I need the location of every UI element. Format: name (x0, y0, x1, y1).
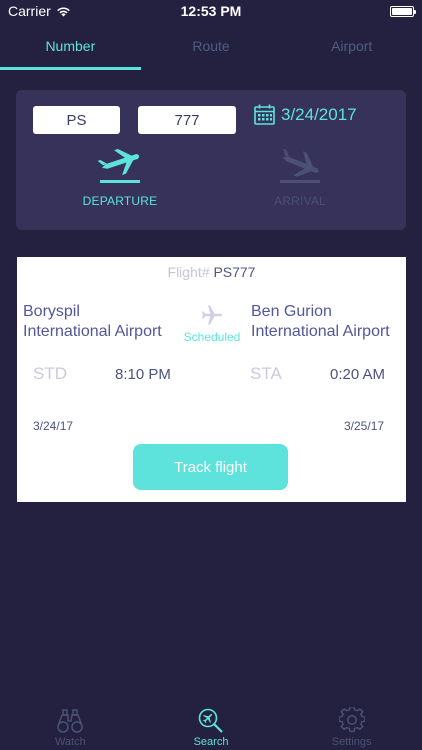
departure-airport-line2: International Airport (23, 323, 162, 340)
date-value: 3/24/2017 (281, 104, 357, 124)
flight-number-label: Flight# (167, 264, 210, 280)
calendar-icon (254, 104, 275, 125)
status-left: Carrier (8, 3, 71, 19)
airline-code-input[interactable] (33, 106, 120, 134)
arrival-airport-line2: International Airport (251, 323, 390, 340)
std-label: STD (33, 364, 67, 383)
tabbar-watch[interactable]: Watch (0, 700, 141, 750)
binoculars-icon (57, 709, 84, 733)
sta-time: 0:20 AM (330, 366, 386, 383)
sta-label: STA (250, 364, 282, 383)
arrival-airport-line1: Ben Gurion (251, 303, 332, 320)
flight-number-header: Flight# PS777 (17, 264, 406, 280)
tabbar-watch-label: Watch (54, 736, 86, 748)
status-right (390, 5, 416, 17)
plane-landing-icon (280, 148, 320, 183)
tab-number[interactable]: Number (0, 22, 141, 70)
arrival-airport: Ben Gurion International Airport (251, 302, 411, 342)
departure-airport-line1: Boryspil (23, 303, 80, 320)
departure-date: 3/24/17 (33, 419, 74, 433)
flight-number-value: PS777 (213, 264, 256, 280)
arrival-toggle[interactable]: ARRIVAL (245, 148, 355, 208)
std-time: 8:10 PM (115, 366, 171, 383)
departure-label: DEPARTURE (82, 194, 158, 208)
plane-takeoff-icon (97, 149, 140, 183)
wifi-icon (56, 6, 70, 16)
bottom-tab-bar: Watch Search Settings (0, 700, 422, 750)
gear-icon (338, 707, 365, 733)
search-mode-tabs: Number Route Airport (0, 22, 422, 70)
status-badge: Scheduled (183, 330, 241, 344)
flight-result-card: Flight# PS777 Boryspil International Air… (17, 257, 406, 502)
tabbar-settings-label: Settings (331, 736, 372, 748)
carrier-label: Carrier (8, 3, 51, 19)
battery-icon (390, 5, 416, 17)
flight-status: Scheduled (180, 304, 244, 344)
status-bar: Carrier 12:53 PM (0, 0, 422, 22)
departure-toggle[interactable]: DEPARTURE (65, 148, 175, 208)
tab-route[interactable]: Route (141, 22, 282, 70)
tab-airport[interactable]: Airport (281, 22, 422, 70)
track-flight-button[interactable]: Track flight (133, 444, 288, 490)
arrival-date: 3/25/17 (344, 419, 385, 433)
tabbar-search-label: Search (193, 736, 229, 748)
search-panel: 3/24/2017 DEPARTURE ARRIVAL (16, 90, 406, 230)
plane-icon (202, 305, 222, 325)
date-picker[interactable]: 3/24/2017 (254, 104, 357, 125)
arrival-label: ARRIVAL (274, 194, 326, 208)
flight-number-input[interactable] (138, 106, 236, 134)
departure-airport: Boryspil International Airport (23, 302, 183, 342)
tabbar-settings[interactable]: Settings (281, 700, 422, 750)
search-plane-icon (198, 708, 223, 733)
tabbar-search[interactable]: Search (141, 700, 282, 750)
